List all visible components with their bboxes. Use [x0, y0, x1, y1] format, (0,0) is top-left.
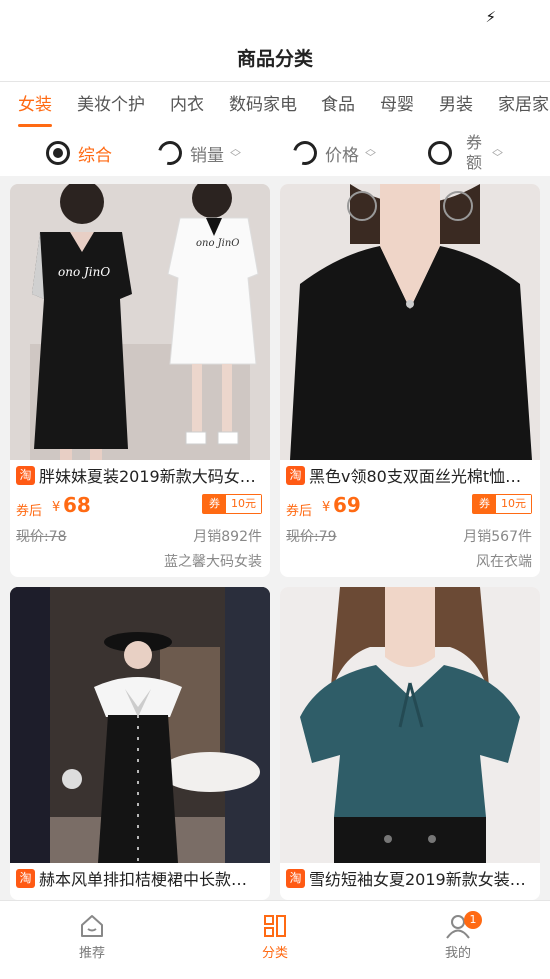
currency-symbol: ¥ — [322, 500, 331, 515]
product-title[interactable]: 淘 黑色v领80支双面丝光棉t恤… — [286, 464, 534, 486]
sort-coupon-label: 券额 — [466, 133, 483, 172]
sort-comprehensive-label: 综合 — [78, 145, 112, 166]
shop-name[interactable]: 蓝之馨大码女装 — [164, 551, 262, 571]
product-card[interactable]: 淘 雪纺短袖女夏2019新款女装… — [280, 587, 540, 900]
sort-price[interactable]: 价格 ︿ ﹀ — [288, 130, 376, 176]
notification-badge: 1 — [464, 911, 482, 929]
after-coupon-label: 券后 — [286, 504, 313, 519]
coupon-badge[interactable]: 券 10元 — [202, 494, 262, 514]
coupon-badge[interactable]: 券 10元 — [472, 494, 532, 514]
currency-symbol: ¥ — [52, 500, 61, 515]
sort-arrows-icon: ︿ ﹀ — [365, 142, 376, 164]
status-bar: ⚡ — [0, 0, 550, 34]
title-bar: 商品分类 — [0, 34, 550, 82]
tab-men[interactable]: 男装 — [439, 90, 473, 115]
price-row: 券后 ¥ 69 券 10元 — [286, 492, 532, 519]
after-coupon-label: 券后 — [16, 504, 43, 519]
tab-women[interactable]: 女装 — [18, 90, 52, 115]
tab-baby[interactable]: 母婴 — [380, 90, 414, 115]
meta-row: 现价:78 月销892件 — [16, 526, 262, 546]
svg-text:ono JinO: ono JinO — [58, 265, 110, 279]
bolt-icon: ⚡ — [485, 8, 496, 26]
sort-sales-label: 销量 — [190, 145, 224, 166]
category-icon — [264, 915, 286, 937]
radio-checked-icon — [46, 141, 70, 165]
shop-name[interactable]: 风在衣端 — [476, 551, 532, 571]
product-card[interactable]: 淘 赫本风单排扣桔梗裙中长款… — [10, 587, 270, 900]
price: 69 — [333, 493, 361, 517]
sort-comprehensive[interactable]: 综合 — [46, 130, 112, 176]
tab-food[interactable]: 食品 — [321, 90, 355, 115]
product-image[interactable] — [280, 184, 540, 460]
product-image[interactable] — [280, 587, 540, 863]
product-card[interactable]: ono JinO ono JinO 淘 胖妹妹夏装2019新款大码女… 券后 ¥… — [10, 184, 270, 577]
svg-text:ono JinO: ono JinO — [196, 238, 240, 249]
product-title[interactable]: 淘 雪纺短袖女夏2019新款女装… — [286, 867, 534, 889]
product-title[interactable]: 淘 胖妹妹夏装2019新款大码女… — [16, 464, 264, 486]
price-row: 券后 ¥ 68 券 10元 — [16, 492, 262, 519]
original-price: 现价:79 — [286, 529, 337, 545]
product-card[interactable]: 淘 黑色v领80支双面丝光棉t恤… 券后 ¥ 69 券 10元 现价:79 月销… — [280, 184, 540, 577]
taobao-icon: 淘 — [16, 465, 35, 485]
sort-price-label: 价格 — [325, 145, 359, 166]
active-tab-indicator — [18, 124, 52, 127]
sort-arrows-icon: ︿ ﹀ — [230, 142, 241, 164]
page-title: 商品分类 — [236, 48, 313, 70]
tab-beauty[interactable]: 美妆个护 — [77, 90, 145, 115]
product-image[interactable]: ono JinO ono JinO — [10, 184, 270, 460]
product-image[interactable] — [10, 587, 270, 863]
taobao-icon: 淘 — [286, 465, 305, 485]
radio-icon — [428, 141, 452, 165]
loading-ring-icon — [288, 136, 322, 170]
sort-sales[interactable]: 销量 ︿ ﹀ — [153, 130, 241, 176]
tab-home[interactable]: 家居家 — [498, 90, 549, 115]
home-icon — [81, 915, 103, 937]
taobao-icon: 淘 — [16, 868, 35, 888]
tab-underwear[interactable]: 内衣 — [170, 90, 204, 115]
sort-coupon[interactable]: 券额 ︿ ﹀ — [428, 130, 503, 176]
taobao-icon: 淘 — [286, 868, 305, 888]
meta-row: 现价:79 月销567件 — [286, 526, 532, 546]
sort-bar: 综合 销量 ︿ ﹀ 价格 ︿ ﹀ 券额 ︿ ﹀ — [0, 130, 550, 176]
category-tabs: 女装 美妆个护 内衣 数码家电 食品 母婴 男装 家居家 — [0, 82, 550, 130]
nav-category[interactable]: 分类 — [235, 913, 315, 961]
monthly-sales: 月销892件 — [193, 529, 262, 545]
price: 68 — [63, 493, 91, 517]
monthly-sales: 月销567件 — [463, 529, 532, 545]
bottom-nav: 推荐 分类 1 我的 — [0, 900, 550, 979]
nav-mine[interactable]: 1 我的 — [418, 911, 498, 961]
nav-recommend[interactable]: 推荐 — [52, 913, 132, 961]
loading-ring-icon — [153, 136, 187, 170]
product-title[interactable]: 淘 赫本风单排扣桔梗裙中长款… — [16, 867, 264, 889]
original-price: 现价:78 — [16, 529, 67, 545]
sort-arrows-icon: ︿ ﹀ — [492, 142, 504, 164]
tab-digital[interactable]: 数码家电 — [229, 90, 297, 115]
